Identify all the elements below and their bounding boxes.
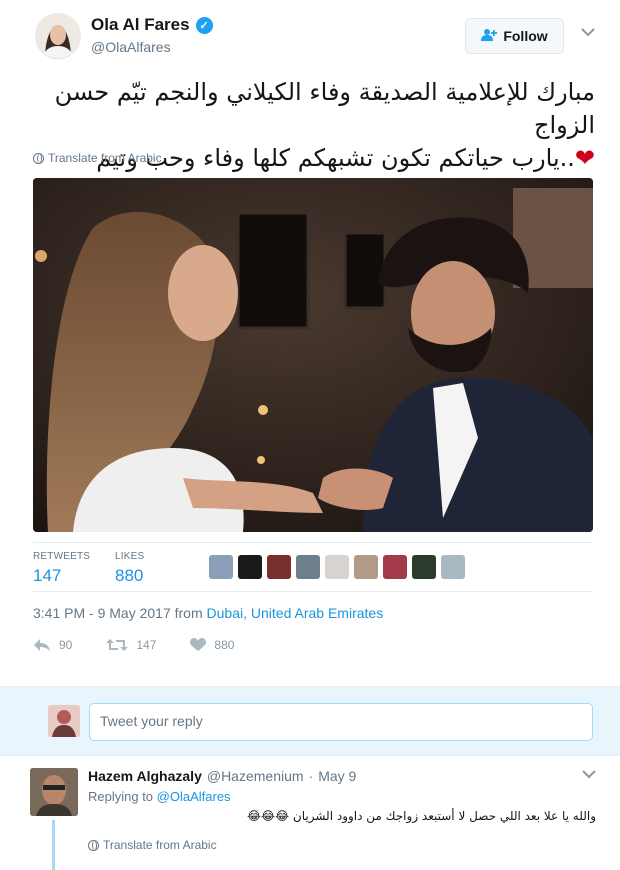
verified-icon: ✓ <box>195 16 213 34</box>
liker-avatar[interactable] <box>383 555 407 579</box>
thread-line <box>52 820 55 870</box>
retweets-label: RETWEETS <box>33 551 91 562</box>
chevron-down-icon[interactable] <box>580 24 596 40</box>
likes-label: LIKES <box>115 551 145 562</box>
location-city[interactable]: Dubai <box>207 605 244 621</box>
translate-link[interactable]: Translate from Arabic <box>33 151 162 165</box>
retweets-count: 147 <box>33 566 62 585</box>
tweet-time-date[interactable]: 3:41 PM - 9 May 2017 from <box>33 605 207 621</box>
liker-avatar[interactable] <box>238 555 262 579</box>
retweet-icon <box>106 639 129 651</box>
reply-author-avatar[interactable] <box>30 768 78 816</box>
author-name-row[interactable]: Ola Al Fares ✓ <box>91 15 213 35</box>
likers-avatars <box>209 555 465 579</box>
author-avatar[interactable] <box>35 13 81 59</box>
follow-label: Follow <box>503 28 548 44</box>
tweet-photo[interactable] <box>33 178 593 532</box>
tweet-actions: 90 147 880 <box>33 638 268 652</box>
reply-translate-label: Translate from Arabic <box>103 838 217 852</box>
globe-icon <box>33 152 44 164</box>
follow-button[interactable]: Follow <box>465 18 564 54</box>
replying-to: Replying to @OlaAlfares <box>88 789 231 804</box>
add-user-icon <box>481 28 498 44</box>
liker-avatar[interactable] <box>267 555 291 579</box>
likes-stat[interactable]: LIKES 880 <box>115 551 144 586</box>
retweets-stat[interactable]: RETWEETS 147 <box>33 551 90 586</box>
retweet-count: 147 <box>136 638 157 652</box>
heart-icon <box>190 638 207 651</box>
liker-avatar[interactable] <box>441 555 465 579</box>
replying-to-handle[interactable]: @OlaAlfares <box>157 789 231 804</box>
liker-avatar[interactable] <box>354 555 378 579</box>
reply-composer: Tweet your reply <box>0 686 620 756</box>
replying-prefix: Replying to <box>88 789 157 804</box>
liker-avatar[interactable] <box>325 555 349 579</box>
reply-input[interactable]: Tweet your reply <box>89 703 593 741</box>
reply-action[interactable]: 90 <box>33 638 72 652</box>
heart-emoji: ❤ <box>574 144 595 172</box>
like-count: 880 <box>214 638 235 652</box>
current-user-avatar[interactable] <box>48 705 80 737</box>
reply-translate-link[interactable]: Translate from Arabic <box>88 838 217 852</box>
liker-avatar[interactable] <box>296 555 320 579</box>
tweet-stats: RETWEETS 147 LIKES 880 <box>33 542 593 592</box>
tweet-text-line-2-content: ..يارب حياتكم تكون تشبهكم كلها وفاء وحب … <box>96 144 575 172</box>
reply-icon <box>34 639 50 651</box>
translate-label: Translate from Arabic <box>48 151 162 165</box>
reply-header: Hazem Alghazaly @Hazemenium · May 9 <box>88 768 356 784</box>
like-action[interactable]: 880 <box>190 638 234 652</box>
reply-author-name[interactable]: Hazem Alghazaly <box>88 768 202 784</box>
liker-avatar[interactable] <box>209 555 233 579</box>
tweet-card: Ola Al Fares ✓ @OlaAlfares Follow مبارك … <box>0 0 620 686</box>
tweet-timestamp: 3:41 PM - 9 May 2017 from Dubai, United … <box>33 605 383 621</box>
retweet-action[interactable]: 147 <box>106 638 156 652</box>
reply-separator: · <box>308 768 314 784</box>
reply-author-handle[interactable]: @Hazemenium <box>207 768 304 784</box>
author-handle[interactable]: @OlaAlfares <box>91 39 171 55</box>
likes-count: 880 <box>115 566 144 585</box>
reply-chevron-down-icon[interactable] <box>582 766 596 782</box>
liker-avatar[interactable] <box>412 555 436 579</box>
reply-count: 90 <box>59 638 73 652</box>
location-separator: , <box>243 605 251 621</box>
reply-tweet: Hazem Alghazaly @Hazemenium · May 9 Repl… <box>0 756 620 870</box>
location-country[interactable]: United Arab Emirates <box>251 605 383 621</box>
tweet-text-line-1: مبارك للإعلامية الصديقة وفاء الكيلاني وا… <box>54 78 595 139</box>
reply-text: والله يا علا بعد اللي حصل لا أستبعد زواج… <box>247 809 596 823</box>
reply-time[interactable]: May 9 <box>318 768 356 784</box>
globe-icon <box>88 839 99 851</box>
author-name[interactable]: Ola Al Fares <box>91 15 190 35</box>
